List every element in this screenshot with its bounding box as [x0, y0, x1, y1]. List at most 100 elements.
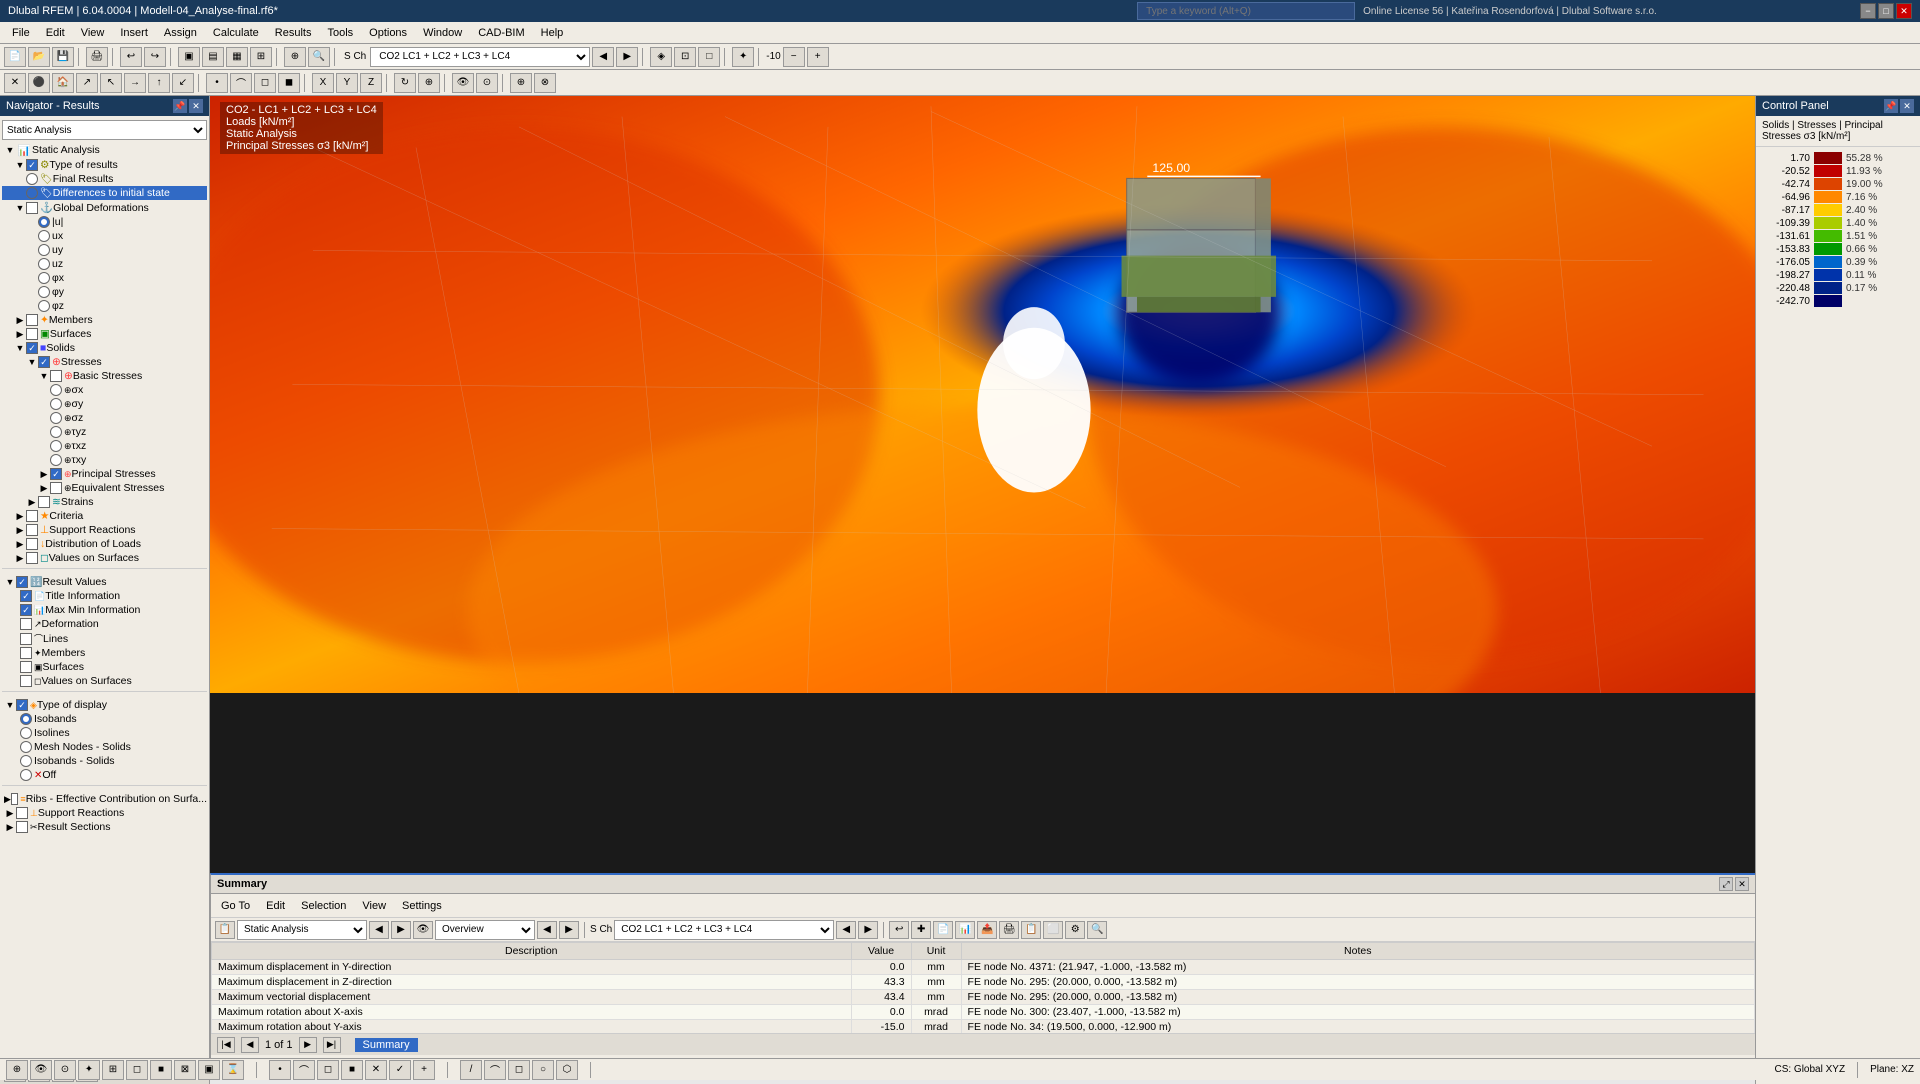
nav-close[interactable]: ✕ [189, 99, 203, 113]
page-prev[interactable]: ◀ [241, 1037, 259, 1053]
result-values-checkbox[interactable]: ✓ [16, 576, 28, 588]
save-button[interactable]: 💾 [52, 47, 74, 67]
sum-btn4[interactable]: 📊 [955, 921, 975, 939]
analysis-type-combo[interactable]: Static Analysis [2, 120, 207, 140]
mesh-nodes-radio[interactable] [20, 741, 32, 753]
xyz-btn1[interactable]: X [312, 73, 334, 93]
solid-btn[interactable]: ◼ [278, 73, 300, 93]
differences-radio[interactable] [26, 187, 38, 199]
view-btn4[interactable]: ⊞ [250, 47, 272, 67]
status-btn1[interactable]: ⊕ [6, 1060, 28, 1080]
tb2-btn2[interactable]: ⚫ [28, 73, 50, 93]
zoom-all[interactable]: ⊕ [284, 47, 306, 67]
off-radio[interactable] [20, 769, 32, 781]
lines-checkbox[interactable] [20, 633, 32, 645]
isobands-solids-radio[interactable] [20, 755, 32, 767]
nav-final-results[interactable]: 🏷 Final Results [2, 172, 207, 186]
status-btn8[interactable]: ⊠ [174, 1060, 196, 1080]
nav-maxmin-info[interactable]: ✓ 📊 Max Min Information [2, 603, 207, 617]
tauxz-radio[interactable] [50, 440, 62, 452]
maxmin-checkbox[interactable]: ✓ [20, 604, 32, 616]
page-last[interactable]: ▶| [323, 1037, 341, 1053]
sum-btn9[interactable]: ⚙ [1065, 921, 1085, 939]
ux-radio[interactable] [38, 230, 50, 242]
status-node-btn[interactable]: • [269, 1060, 291, 1080]
nav-type-of-results[interactable]: ▼ ✓ ⚙ Type of results [2, 158, 207, 172]
support2-checkbox[interactable] [16, 807, 28, 819]
solids-checkbox[interactable]: ✓ [26, 342, 38, 354]
status-solid-btn[interactable]: ■ [341, 1060, 363, 1080]
search-input[interactable] [1146, 6, 1346, 17]
section-btn[interactable]: ⊗ [534, 73, 556, 93]
principal-checkbox[interactable]: ✓ [50, 468, 62, 480]
tb2-btn7[interactable]: ↑ [148, 73, 170, 93]
status-btn4[interactable]: ✦ [78, 1060, 100, 1080]
nav-sigma-x[interactable]: ⊕ σx [2, 383, 207, 397]
menu-insert[interactable]: Insert [112, 25, 156, 41]
nav-uz[interactable]: uz [2, 257, 207, 271]
menu-tools[interactable]: Tools [319, 25, 361, 41]
nav-rv-members[interactable]: ✦ Members [2, 646, 207, 660]
tb2-btn1[interactable]: ✕ [4, 73, 26, 93]
tb2-btn4[interactable]: ↗ [76, 73, 98, 93]
rotate-btn[interactable]: ↻ [394, 73, 416, 93]
load-combo[interactable]: CO2 LC1 + LC2 + LC3 + LC4 [370, 47, 590, 67]
nav-ribs[interactable]: ▶ ≡ Ribs - Effective Contribution on Sur… [2, 792, 207, 806]
phiy-radio[interactable] [38, 286, 50, 298]
wireframe-btn[interactable]: □ [698, 47, 720, 67]
view-btn2[interactable]: ▤ [202, 47, 224, 67]
nav-rv-surfaces[interactable]: ▣ Surfaces [2, 660, 207, 674]
cp-pin[interactable]: 📌 [1884, 99, 1898, 113]
snap-btn[interactable]: ✦ [732, 47, 754, 67]
distloads-checkbox[interactable] [26, 538, 38, 550]
page-next[interactable]: ▶ [299, 1037, 317, 1053]
status-btn9[interactable]: ▣ [198, 1060, 220, 1080]
nav-global-deformations[interactable]: ▼ ⚓ Global Deformations [2, 200, 207, 215]
select-btn[interactable]: ▣ [178, 47, 200, 67]
menu-assign[interactable]: Assign [156, 25, 205, 41]
nav-tau-xy[interactable]: ⊕ τxy [2, 453, 207, 467]
nav-phiz[interactable]: φz [2, 299, 207, 313]
summary-settings[interactable]: Settings [396, 898, 448, 914]
nav-deformation[interactable]: ↗ Deformation [2, 617, 207, 631]
criteria-checkbox[interactable] [26, 510, 38, 522]
status-btn7[interactable]: ■ [150, 1060, 172, 1080]
nav-isolines[interactable]: Isolines [2, 726, 207, 740]
hide-btn[interactable]: 👁 [452, 73, 474, 93]
title-info-checkbox[interactable]: ✓ [20, 590, 32, 602]
summary-view[interactable]: View [356, 898, 392, 914]
strains-checkbox[interactable] [38, 496, 50, 508]
nav-static-analysis[interactable]: ▼ 📊 Static Analysis [2, 142, 207, 158]
redo-button[interactable]: ↪ [144, 47, 166, 67]
line-btn[interactable]: ⌒ [230, 73, 252, 93]
sum-prev-analysis[interactable]: ◀ [369, 921, 389, 939]
xyz-btn3[interactable]: Z [360, 73, 382, 93]
nav-ux[interactable]: ux [2, 229, 207, 243]
nav-pin[interactable]: 📌 [173, 99, 187, 113]
nav-isobands-solids[interactable]: Isobands - Solids [2, 754, 207, 768]
phix-radio[interactable] [38, 272, 50, 284]
display-type-checkbox[interactable]: ✓ [16, 699, 28, 711]
sum-btn7[interactable]: 📋 [1021, 921, 1041, 939]
summary-edit[interactable]: Edit [260, 898, 291, 914]
summary-close[interactable]: ✕ [1735, 877, 1749, 891]
status-draw3[interactable]: ◻ [508, 1060, 530, 1080]
close-button[interactable]: ✕ [1896, 3, 1912, 19]
stresses-checkbox[interactable]: ✓ [38, 356, 50, 368]
status-draw2[interactable]: ⌒ [484, 1060, 506, 1080]
isolines-radio[interactable] [20, 727, 32, 739]
status-draw5[interactable]: ⬡ [556, 1060, 578, 1080]
nav-result-sections[interactable]: ▶ ✂ Result Sections [2, 820, 207, 834]
nav-differences[interactable]: 🏷 Differences to initial state [2, 186, 207, 200]
zoom-in[interactable]: 🔍 [308, 47, 330, 67]
move-btn[interactable]: ⊕ [418, 73, 440, 93]
valsurf-checkbox[interactable] [26, 552, 38, 564]
nav-support2[interactable]: ▶ ⊥ Support Reactions [2, 806, 207, 820]
nav-rv-valsurf[interactable]: ◻ Values on Surfaces [2, 674, 207, 688]
menu-options[interactable]: Options [361, 25, 415, 41]
minimize-button[interactable]: − [1860, 3, 1876, 19]
uy-radio[interactable] [38, 244, 50, 256]
sum-next-load[interactable]: ▶ [858, 921, 878, 939]
tb2-btn6[interactable]: → [124, 73, 146, 93]
rv-surfaces-checkbox[interactable] [20, 661, 32, 673]
